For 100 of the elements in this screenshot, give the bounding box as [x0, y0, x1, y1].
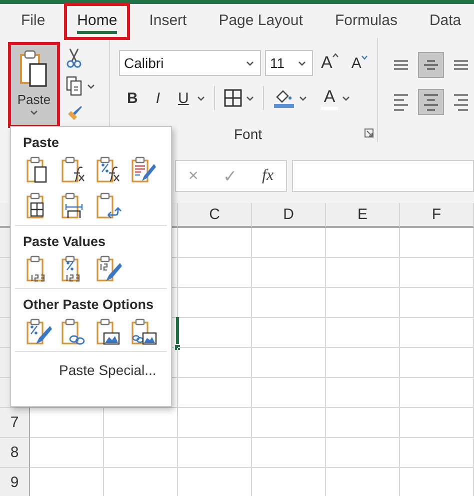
column-header[interactable]: F — [400, 203, 474, 228]
scissors-icon[interactable] — [66, 48, 82, 68]
align-lines-icon — [423, 94, 439, 110]
italic-button[interactable]: I — [152, 90, 164, 106]
grid-cell[interactable] — [178, 378, 252, 408]
paste-option-button[interactable] — [95, 254, 123, 284]
caret-icon[interactable] — [342, 96, 350, 100]
paste-special-menu-item[interactable]: Paste Special... — [55, 360, 160, 380]
paste-option-button[interactable] — [130, 317, 158, 347]
shrink-font-button[interactable]: A — [347, 54, 372, 72]
grid-cell[interactable] — [178, 258, 252, 288]
caret-icon[interactable] — [298, 96, 307, 100]
grid-cell[interactable] — [326, 228, 400, 258]
grid-cell[interactable] — [326, 348, 400, 378]
grid-cell[interactable] — [104, 408, 178, 438]
align-button[interactable] — [418, 89, 444, 115]
caret-icon[interactable] — [246, 96, 254, 100]
clipboard-icon — [61, 156, 87, 184]
clipboard-icon — [96, 192, 122, 220]
grid-cell[interactable] — [400, 318, 474, 348]
caret-icon[interactable] — [87, 84, 95, 88]
grid-cell[interactable] — [178, 438, 252, 468]
grid-cell[interactable] — [400, 348, 474, 378]
font-name-dropdown[interactable]: Calibri — [119, 50, 261, 76]
grid-cell[interactable] — [178, 228, 252, 258]
grid-cell[interactable] — [178, 318, 252, 348]
grid-cell[interactable] — [252, 318, 326, 348]
align-lines-icon — [453, 94, 469, 110]
borders-icon[interactable] — [224, 89, 242, 107]
ribbon-tab[interactable]: File — [8, 2, 58, 40]
grid-cell[interactable] — [326, 438, 400, 468]
dialog-launcher-icon[interactable] — [364, 128, 374, 138]
row-header[interactable]: 9 — [0, 468, 30, 496]
grid-cell[interactable] — [252, 228, 326, 258]
clipboard-icon — [96, 156, 122, 184]
underline-button[interactable]: U — [174, 90, 193, 106]
grid-cell[interactable] — [400, 408, 474, 438]
align-lines-icon — [393, 94, 409, 110]
caret-icon[interactable] — [196, 96, 205, 100]
grid-cell[interactable] — [252, 288, 326, 318]
align-lines-icon — [423, 60, 439, 70]
ribbon-tab[interactable]: Formulas — [322, 2, 410, 40]
grid-cell[interactable] — [252, 378, 326, 408]
clipboard-icon — [131, 156, 157, 184]
caret-down-icon — [361, 54, 368, 60]
menu-section-heading: Paste Values — [23, 234, 107, 249]
grid-cell[interactable] — [400, 288, 474, 318]
caret-icon — [246, 60, 254, 66]
font-size-dropdown[interactable]: 11 — [265, 50, 313, 76]
grid-cell[interactable] — [326, 408, 400, 438]
grid-cell[interactable] — [326, 288, 400, 318]
grid-cell[interactable] — [400, 228, 474, 258]
align-lines-icon — [393, 60, 409, 70]
row-header[interactable]: 7 — [0, 408, 30, 438]
grid-cell[interactable] — [104, 438, 178, 468]
clipboard-icon — [19, 49, 49, 89]
grid-cell[interactable] — [30, 408, 104, 438]
font-color-button[interactable]: A — [320, 86, 338, 110]
grid-cell[interactable] — [178, 348, 252, 378]
fill-color-icon[interactable] — [272, 88, 295, 108]
brush-icon[interactable] — [66, 104, 84, 122]
grid-cell[interactable] — [252, 438, 326, 468]
grid-cell[interactable] — [252, 348, 326, 378]
insert-function-button[interactable]: fx — [258, 167, 278, 185]
grid-cell[interactable] — [252, 408, 326, 438]
menu-section-heading: Paste — [23, 135, 60, 150]
clipboard-icon — [131, 318, 157, 346]
caret-up-icon — [332, 53, 340, 58]
grid-cell[interactable] — [400, 378, 474, 408]
grid-cell[interactable] — [400, 438, 474, 468]
grid-cell[interactable] — [400, 258, 474, 288]
menu-section-heading: Other Paste Options — [23, 297, 155, 312]
grid-cell[interactable] — [326, 318, 400, 348]
ribbon-tab[interactable]: Data — [416, 2, 474, 40]
row-header[interactable]: 8 — [0, 438, 30, 468]
clipboard-icon — [26, 318, 52, 346]
grid-cell[interactable] — [178, 408, 252, 438]
grid-cell[interactable] — [326, 378, 400, 408]
paste-button[interactable]: Paste — [8, 42, 60, 128]
grid-cell[interactable] — [30, 438, 104, 468]
clipboard-icon — [61, 318, 87, 346]
grid-cell[interactable] — [178, 288, 252, 318]
caret-icon — [298, 60, 306, 66]
align-button[interactable] — [418, 52, 444, 78]
caret-icon — [30, 110, 38, 115]
ribbon-tab[interactable]: Page Layout — [206, 2, 316, 40]
align-lines-icon — [453, 60, 469, 70]
column-header[interactable]: D — [252, 203, 326, 228]
bold-button[interactable]: B — [123, 90, 142, 106]
ribbon-tab[interactable]: Home — [64, 2, 130, 40]
column-header[interactable]: E — [326, 203, 400, 228]
grid-cell[interactable] — [252, 258, 326, 288]
group-label: Font — [234, 126, 262, 142]
ribbon-tab[interactable]: Insert — [136, 2, 200, 40]
formula-input[interactable] — [292, 160, 474, 192]
clipboard-icon — [96, 255, 122, 283]
grow-font-button[interactable]: A — [317, 53, 344, 73]
column-header[interactable]: C — [178, 203, 252, 228]
grid-cell[interactable] — [326, 258, 400, 288]
copy-icon[interactable] — [66, 76, 82, 96]
